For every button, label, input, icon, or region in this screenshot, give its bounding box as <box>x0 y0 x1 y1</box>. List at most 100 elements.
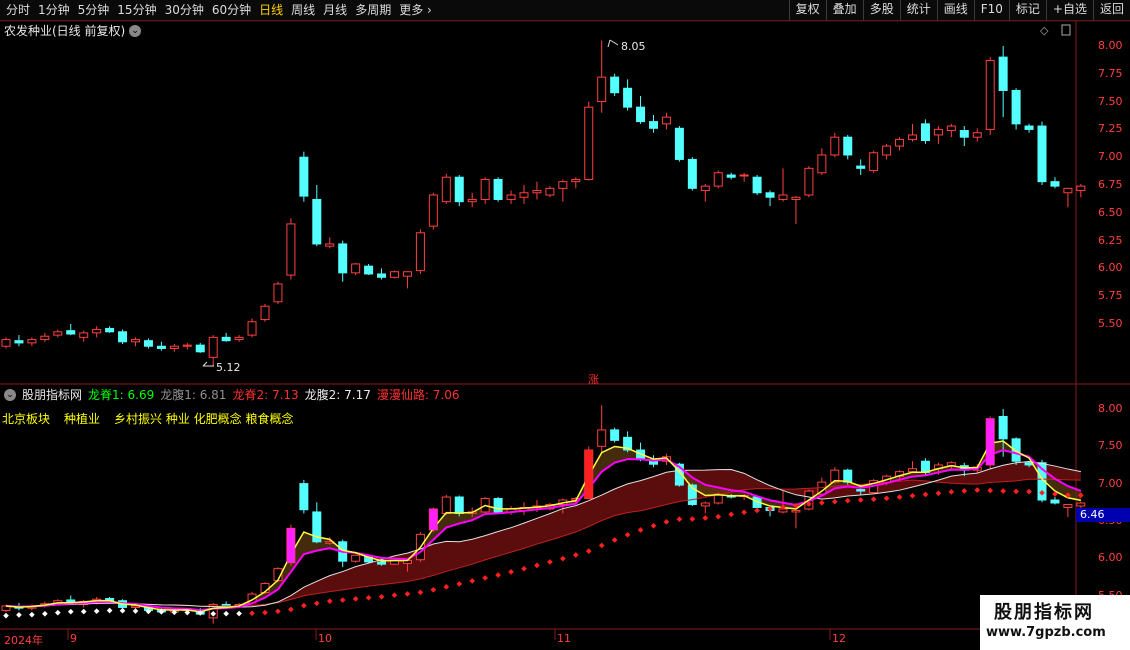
candle-body <box>105 327 115 333</box>
y-tick-label: 8.00 <box>1098 402 1123 415</box>
candle-body <box>856 165 866 169</box>
trail-dot <box>29 611 35 618</box>
candle-body <box>79 332 89 338</box>
trail-dot <box>547 559 553 565</box>
watermark-main: 股朋指标网 <box>994 602 1094 623</box>
y-tick-label: 7.25 <box>1098 122 1123 136</box>
trail-dot <box>365 594 372 601</box>
candle-body <box>221 336 231 342</box>
candle-body <box>299 156 309 197</box>
concept-tags: 北京板块 种植业 乡村振兴 种业 化肥概念 粮食概念 <box>2 410 307 427</box>
ribbon-band <box>6 461 1081 608</box>
candle-body <box>791 509 801 513</box>
y-tick-label: 8.00 <box>1098 39 1123 52</box>
candle-body <box>856 489 866 492</box>
candle-body <box>610 76 620 94</box>
candle-body <box>377 273 387 278</box>
current-price-tag: 6.46 <box>1076 508 1130 522</box>
candle-body <box>247 321 257 336</box>
low-price-label: 5.12 <box>216 361 241 374</box>
candle-body <box>364 265 374 275</box>
candle-body <box>972 132 982 138</box>
candle-body <box>441 176 451 203</box>
y-tick-label: 7.75 <box>1098 66 1123 80</box>
trail-dot <box>844 497 851 504</box>
candle-body <box>545 187 555 196</box>
trail-dot <box>417 589 424 596</box>
trail-dot <box>935 490 942 497</box>
date-label-1: 9 <box>70 632 77 645</box>
trail-dot <box>689 516 696 522</box>
trail-dot <box>378 593 385 600</box>
candle-body <box>415 232 425 272</box>
trail-dot <box>961 488 968 494</box>
indicator-name[interactable]: 股朋指标网 <box>22 386 82 403</box>
concept-tag-0: 北京板块 <box>2 412 51 426</box>
candle-body <box>882 145 892 156</box>
candle-body <box>558 181 568 189</box>
trail-dot <box>430 586 437 593</box>
candle-body <box>1063 187 1073 194</box>
trail-dot <box>857 497 864 503</box>
candle-body <box>636 106 646 123</box>
candle-body <box>597 429 607 447</box>
trail-dot <box>313 600 320 607</box>
candle-body <box>765 192 775 198</box>
candle-body <box>428 194 438 227</box>
candle-body <box>532 190 542 194</box>
candle-body <box>1011 438 1021 462</box>
trail-dot <box>249 610 255 617</box>
trail-dot <box>650 522 657 529</box>
trail-dot <box>741 509 747 516</box>
chevron-down-icon[interactable]: ⌄ <box>4 388 16 401</box>
signal-bar <box>986 418 995 465</box>
candle-body <box>843 136 853 156</box>
candle-body <box>791 196 801 200</box>
candle-body <box>118 331 128 343</box>
candle-body <box>739 174 749 177</box>
candle-body <box>700 185 710 192</box>
trail-dot <box>482 575 488 581</box>
high-marker-arrow <box>607 39 619 48</box>
trail-dot <box>288 606 294 613</box>
candle-body <box>869 152 879 172</box>
candle-body <box>1063 503 1073 508</box>
candle-body <box>623 87 633 108</box>
candle-body <box>700 502 710 507</box>
candle-body <box>998 56 1008 91</box>
trail-dot <box>922 491 929 498</box>
trail-dot <box>663 519 670 525</box>
candle-body <box>454 496 464 514</box>
trail-dot <box>443 583 450 590</box>
y-tick-label: 7.50 <box>1098 439 1123 453</box>
window-icon[interactable] <box>1061 24 1071 36</box>
main-candles <box>1 40 1086 367</box>
kline-chart[interactable]: ◇ 8.05 5.12 <box>0 0 1130 650</box>
trail-dot <box>560 555 566 562</box>
watermark-logo: 股朋指标网 www.7gpzb.com <box>980 595 1130 650</box>
trail-dot <box>948 489 955 495</box>
trail-dot <box>521 565 527 572</box>
y-tick-label: 7.00 <box>1098 150 1123 164</box>
candle-body <box>402 271 412 277</box>
candle-body <box>351 263 361 274</box>
date-label-3: 11 <box>557 632 571 645</box>
signal-bar <box>584 450 593 499</box>
candle-body <box>53 331 63 336</box>
trail-dot <box>598 542 605 549</box>
candle-body <box>817 154 827 174</box>
candle-body <box>713 172 723 187</box>
trail-dot <box>495 572 501 578</box>
candle-body <box>325 243 335 247</box>
indicator-header: ⌄ 股朋指标网 龙脊1: 6.69 龙腹1: 6.81 龙脊2: 7.13 龙腹2: … <box>4 386 459 403</box>
trail-dot <box>391 592 398 599</box>
trail-dot <box>624 531 631 538</box>
indicator-value-4: 漫漫仙路: 7.06 <box>376 388 460 402</box>
candle-body <box>273 283 283 303</box>
candle-body <box>908 134 917 140</box>
candle-body <box>726 174 736 178</box>
trail-dot <box>3 612 9 619</box>
signal-bar <box>429 508 438 530</box>
candle-body <box>519 192 529 198</box>
diamond-icon[interactable]: ◇ <box>1040 24 1049 37</box>
